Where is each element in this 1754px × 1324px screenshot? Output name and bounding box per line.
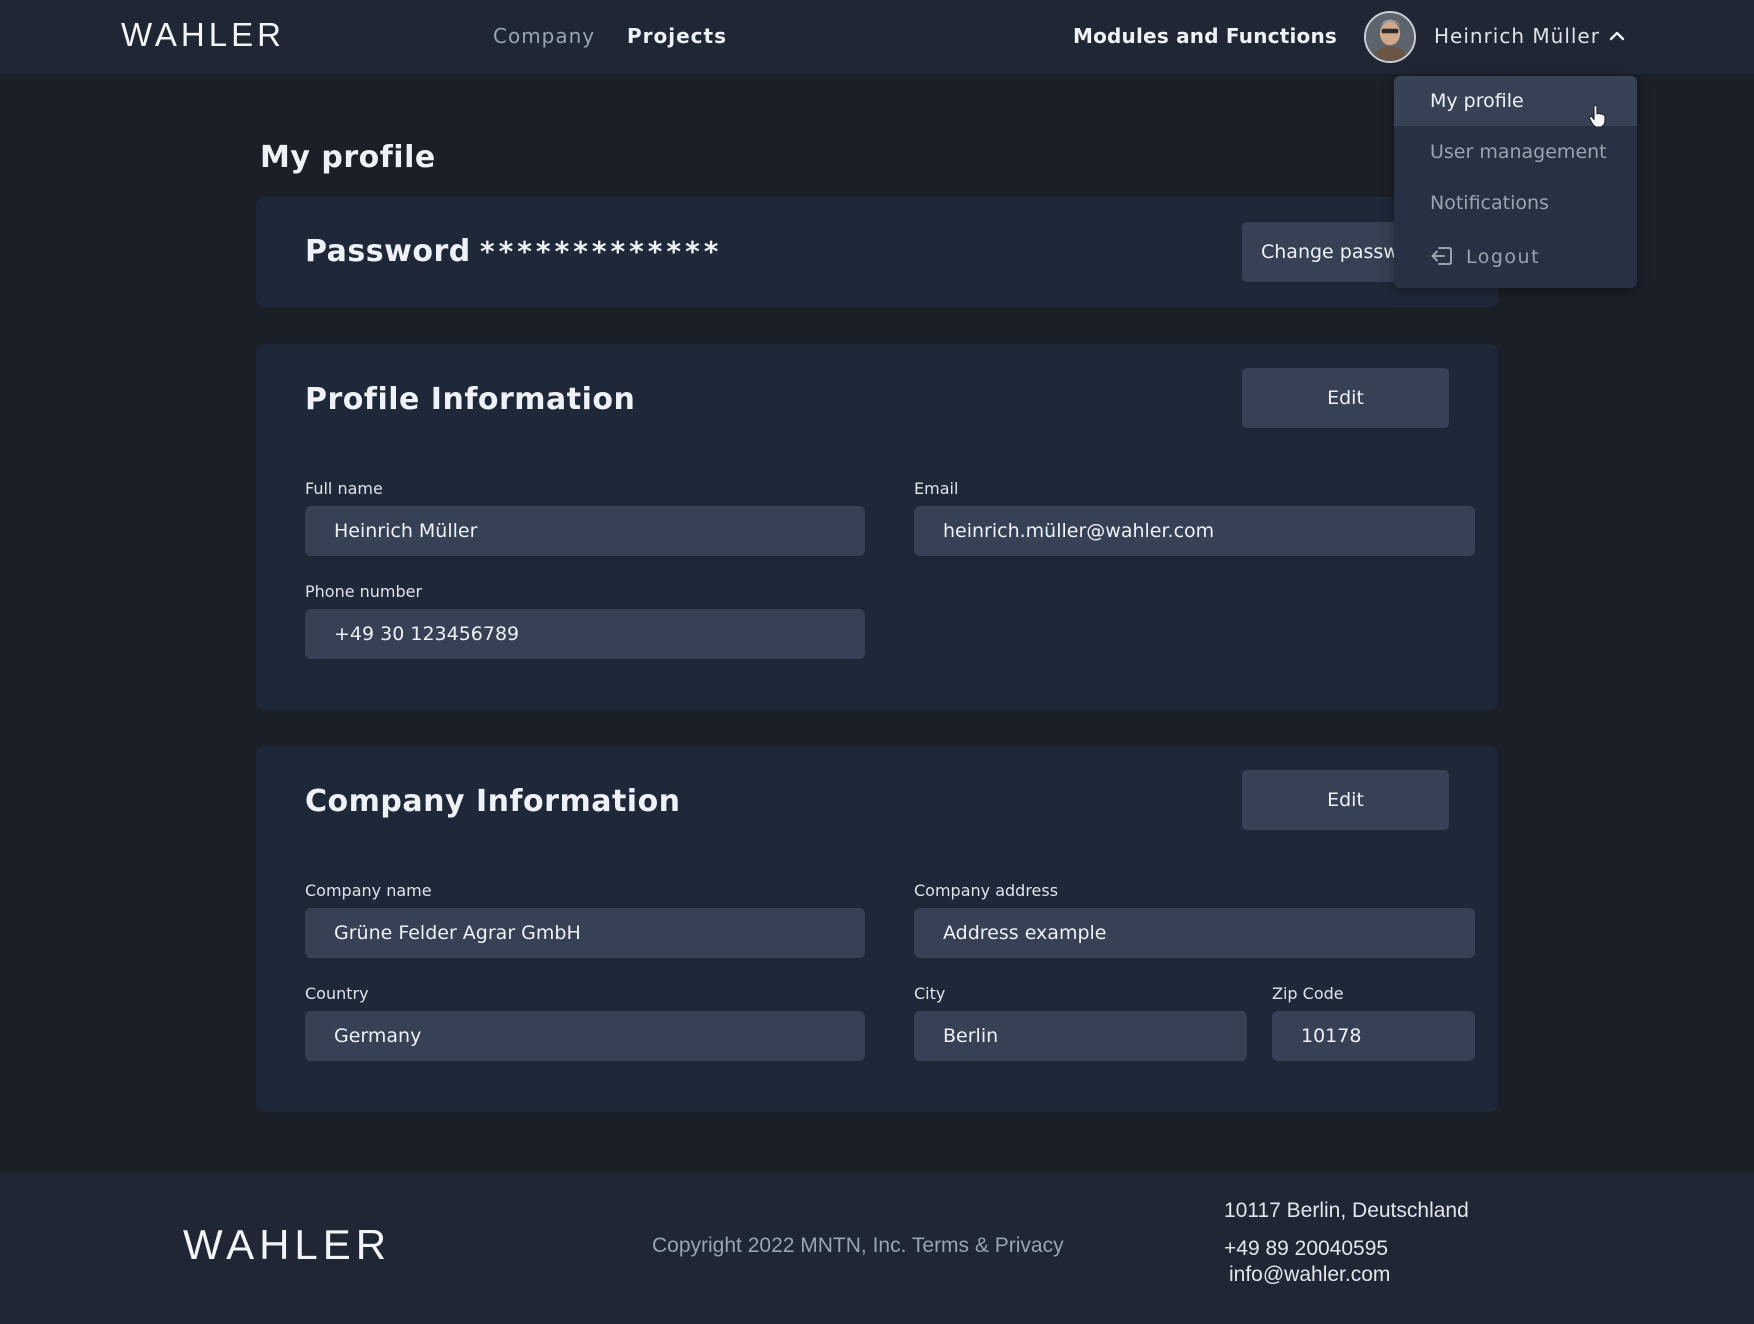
header-logo[interactable]: WAHLER xyxy=(121,16,285,54)
company-information-card: Company Information Edit Company name Gr… xyxy=(256,746,1498,1112)
nav-modules-and-functions[interactable]: Modules and Functions xyxy=(1073,24,1337,48)
hand-pointer-icon xyxy=(1588,104,1606,128)
password-card: Password ************* Change passw xyxy=(256,197,1498,307)
footer-phone[interactable]: +49 89 20040595 xyxy=(1224,1237,1388,1261)
footer-logo[interactable]: WAHLER xyxy=(183,1221,391,1269)
company-information-title: Company Information xyxy=(305,784,681,819)
full-name-label: Full name xyxy=(305,479,383,498)
chevron-up-icon[interactable] xyxy=(1608,29,1626,43)
top-header: WAHLER Company Projects Modules and Func… xyxy=(0,0,1754,74)
zip-code-field[interactable]: 10178 xyxy=(1272,1011,1475,1061)
password-title: Password xyxy=(305,234,471,269)
company-edit-button[interactable]: Edit xyxy=(1242,770,1449,830)
avatar xyxy=(1364,11,1416,63)
menu-item-my-profile[interactable]: My profile xyxy=(1394,76,1637,128)
phone-field[interactable]: +49 30 123456789 xyxy=(305,609,865,659)
zip-code-label: Zip Code xyxy=(1272,984,1344,1003)
logout-icon xyxy=(1431,246,1452,265)
profile-information-title: Profile Information xyxy=(305,382,636,417)
footer-address: 10117 Berlin, Deutschland xyxy=(1224,1199,1469,1222)
company-name-field[interactable]: Grüne Felder Agrar GmbH xyxy=(305,908,865,958)
user-menu-toggle[interactable]: Heinrich Müller xyxy=(1364,10,1626,64)
menu-item-my-profile-label: My profile xyxy=(1430,90,1524,112)
nav-projects[interactable]: Projects xyxy=(627,24,727,48)
password-masked-value: ************* xyxy=(480,235,723,268)
user-name: Heinrich Müller xyxy=(1434,24,1600,48)
city-field[interactable]: Berlin xyxy=(914,1011,1247,1061)
menu-item-logout[interactable]: Logout xyxy=(1394,232,1637,282)
menu-item-notifications[interactable]: Notifications xyxy=(1394,178,1637,228)
footer: WAHLER Copyright 2022 MNTN, Inc. Terms &… xyxy=(0,1173,1754,1324)
email-label: Email xyxy=(914,479,959,498)
menu-item-logout-label: Logout xyxy=(1466,246,1541,268)
company-address-field[interactable]: Address example xyxy=(914,908,1475,958)
footer-email[interactable]: info@wahler.com xyxy=(1229,1263,1390,1287)
full-name-field[interactable]: Heinrich Müller xyxy=(305,506,865,556)
email-field[interactable]: heinrich.müller@wahler.com xyxy=(914,506,1475,556)
company-address-label: Company address xyxy=(914,881,1059,900)
nav-company[interactable]: Company xyxy=(493,24,595,48)
user-dropdown-menu: My profile User management Notifications… xyxy=(1394,76,1637,288)
company-name-label: Company name xyxy=(305,881,432,900)
profile-edit-button[interactable]: Edit xyxy=(1242,368,1449,428)
phone-label: Phone number xyxy=(305,582,423,601)
menu-item-user-management[interactable]: User management xyxy=(1394,127,1637,177)
country-field[interactable]: Germany xyxy=(305,1011,865,1061)
country-label: Country xyxy=(305,984,369,1003)
footer-copyright[interactable]: Copyright 2022 MNTN, Inc. Terms & Privac… xyxy=(652,1234,1064,1258)
city-label: City xyxy=(914,984,946,1003)
page-title: My profile xyxy=(260,140,436,175)
profile-information-card: Profile Information Edit Full name Heinr… xyxy=(256,344,1498,710)
